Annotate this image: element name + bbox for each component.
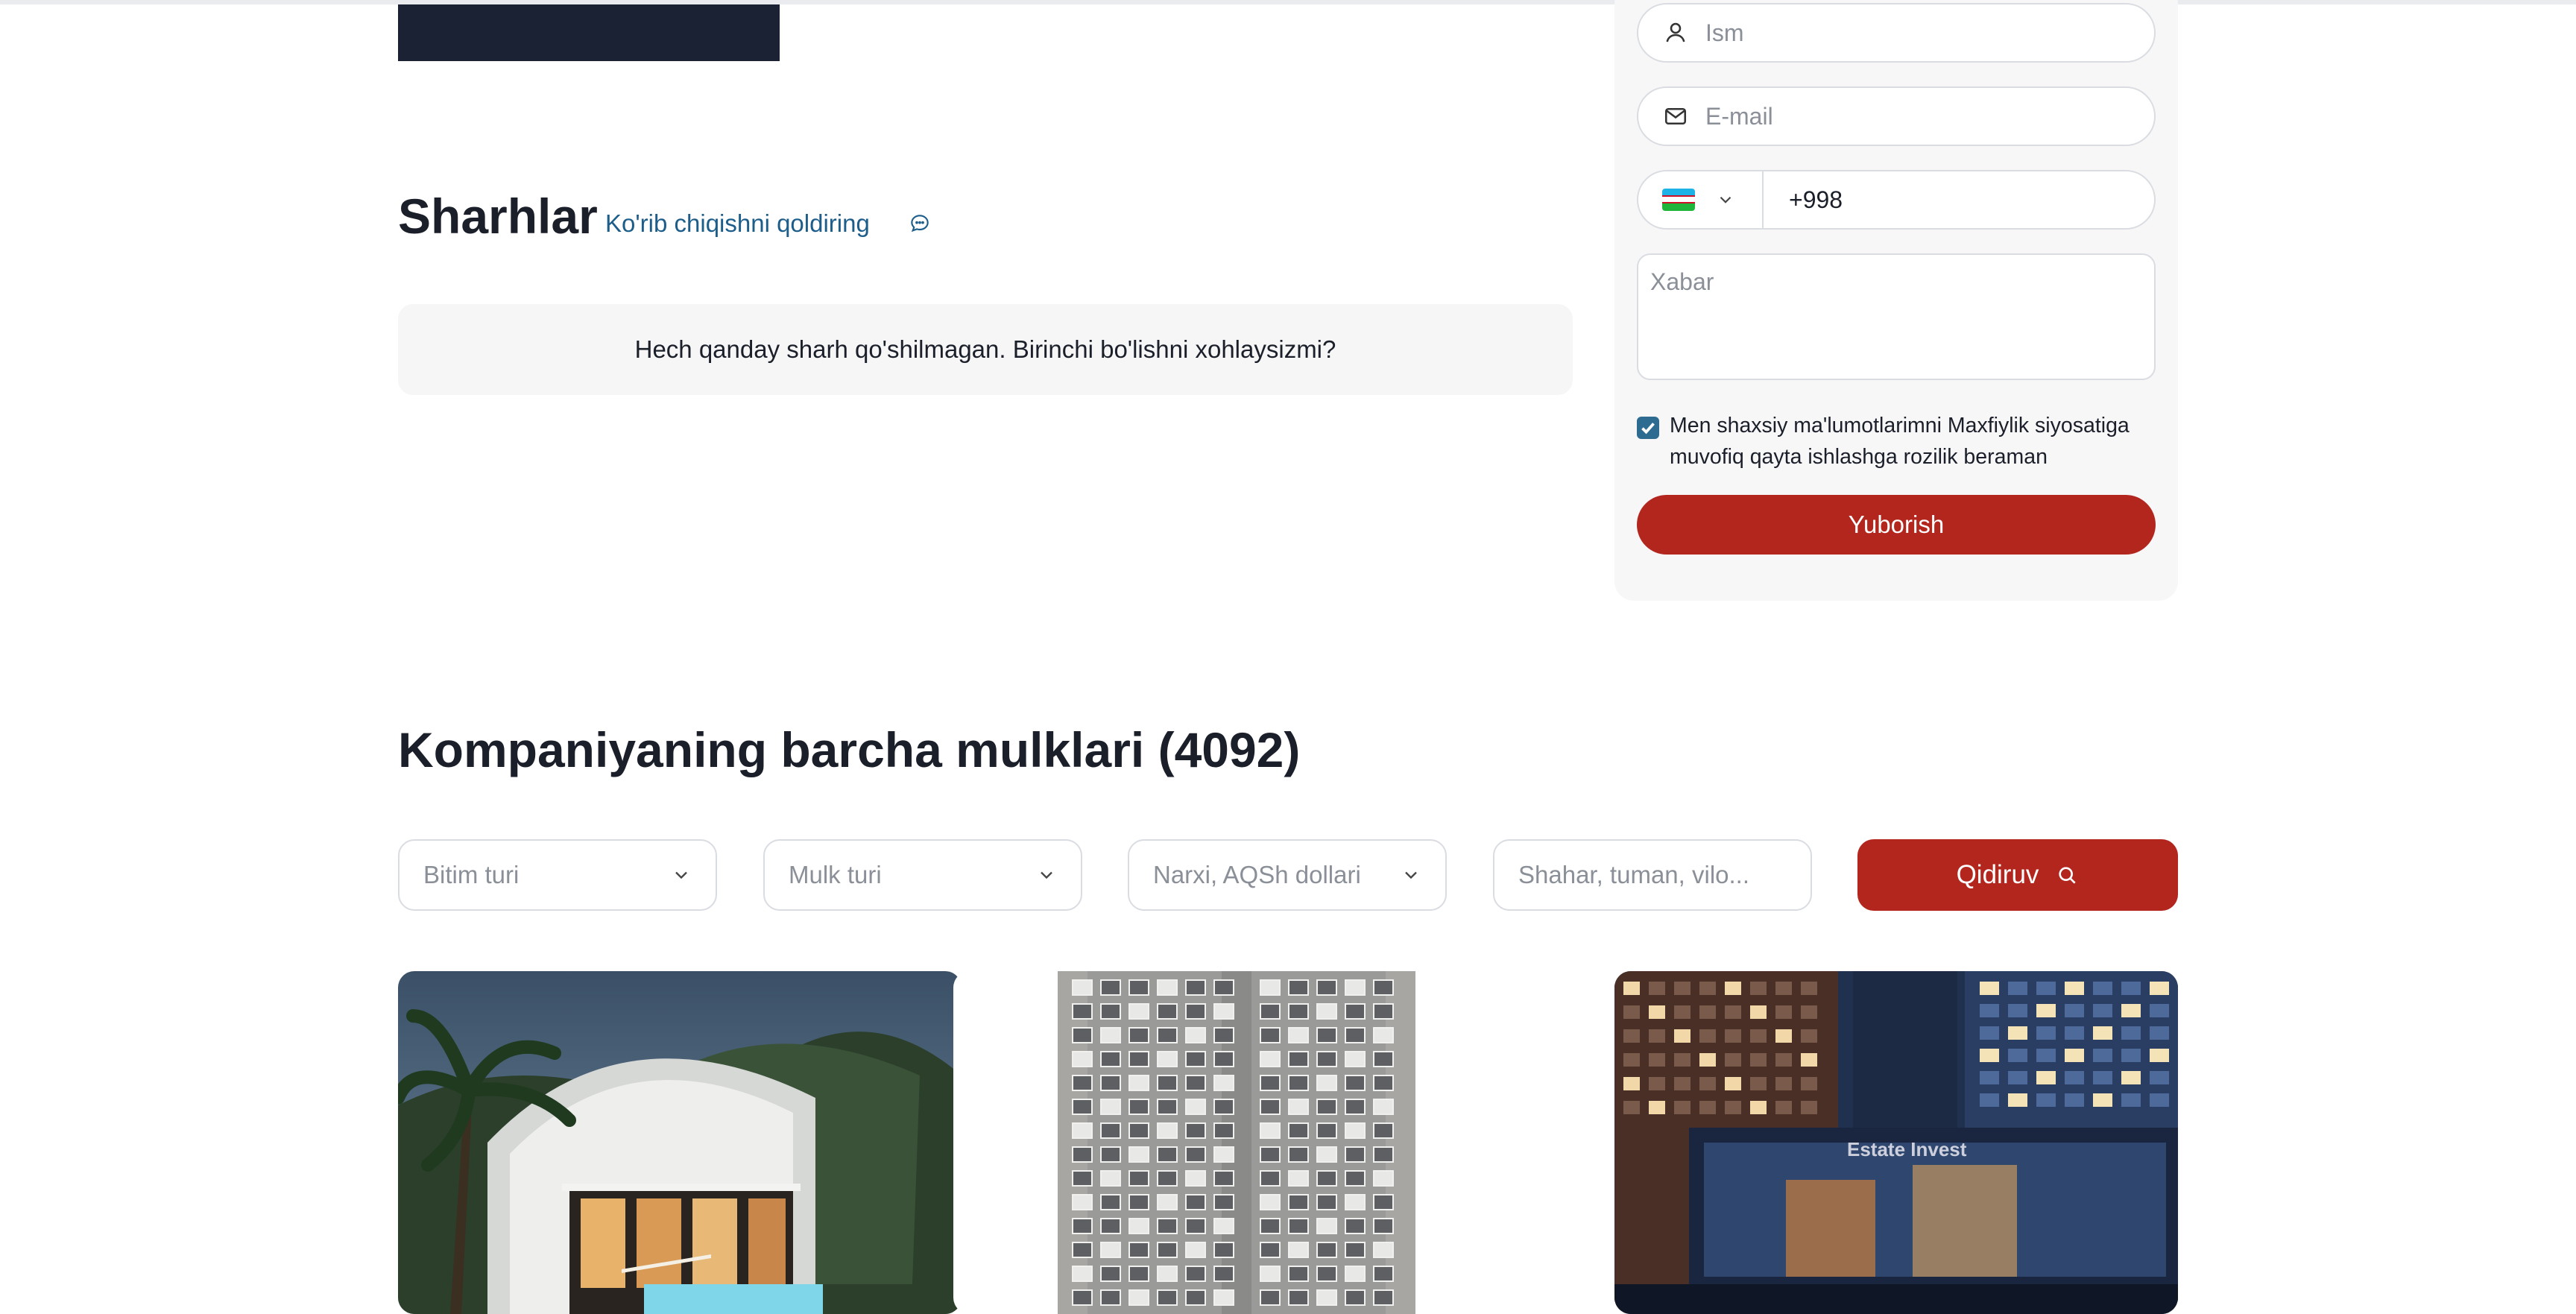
reviews-title: Sharhlar bbox=[398, 189, 598, 244]
consent-checkbox[interactable] bbox=[1637, 417, 1659, 439]
chevron-down-icon bbox=[675, 871, 687, 879]
modern-villa-photo bbox=[398, 971, 962, 1314]
uzbekistan-flag-icon bbox=[1662, 189, 1695, 211]
property-type-label: Mulk turi bbox=[789, 861, 882, 888]
office-building-photo: Estate Invest EI bbox=[1614, 971, 2178, 1314]
email-input[interactable] bbox=[1704, 101, 2124, 131]
country-code-select[interactable] bbox=[1638, 171, 1764, 228]
message-textarea[interactable] bbox=[1637, 253, 2156, 380]
property-card-tower[interactable] bbox=[953, 971, 1517, 1314]
comment-icon[interactable] bbox=[908, 212, 932, 236]
deal-type-label: Bitim turi bbox=[423, 861, 520, 888]
apartment-tower-photo bbox=[953, 971, 1517, 1314]
top-divider bbox=[0, 0, 2576, 4]
consent-label: Men shaxsiy ma'lumotlarimni Maxfiylik si… bbox=[1670, 414, 2130, 469]
search-icon bbox=[2059, 867, 2077, 884]
location-field[interactable] bbox=[1493, 839, 1812, 911]
reviews-empty-message: Hech qanday sharh qo'shilmagan. Birinchi… bbox=[634, 335, 1336, 363]
submit-button[interactable]: Yuborish bbox=[1637, 495, 2156, 555]
properties-title: Kompaniyaning barcha mulklari (4092) bbox=[398, 722, 1301, 777]
phone-field[interactable] bbox=[1637, 170, 2156, 230]
property-card-office[interactable]: Estate Invest EI bbox=[1614, 971, 2178, 1314]
phone-input[interactable] bbox=[1787, 185, 2118, 215]
reviews-empty-state: Hech qanday sharh qo'shilmagan. Birinchi… bbox=[398, 304, 1573, 395]
property-card-villa[interactable] bbox=[398, 971, 962, 1314]
name-input[interactable] bbox=[1704, 18, 2124, 48]
chevron-down-icon bbox=[1041, 871, 1052, 879]
leave-review-link[interactable]: Ko'rib chiqishni qoldiring bbox=[605, 209, 870, 239]
chevron-down-icon bbox=[1405, 871, 1417, 879]
location-input[interactable] bbox=[1517, 860, 1788, 890]
mail-icon bbox=[1664, 107, 1687, 125]
dark-banner-block bbox=[398, 4, 780, 61]
price-label: Narxi, AQSh dollari bbox=[1153, 861, 1361, 888]
name-field[interactable] bbox=[1637, 3, 2156, 63]
user-icon bbox=[1666, 22, 1685, 42]
property-type-select[interactable]: Mulk turi bbox=[763, 839, 1082, 911]
deal-type-select[interactable]: Bitim turi bbox=[398, 839, 717, 911]
chevron-down-icon bbox=[1720, 196, 1731, 203]
search-button-label: Qidiruv bbox=[1956, 860, 2039, 889]
search-button[interactable]: Qidiruv bbox=[1857, 839, 2178, 911]
checkmark-icon bbox=[1641, 423, 1655, 435]
email-field[interactable] bbox=[1637, 86, 2156, 146]
price-select[interactable]: Narxi, AQSh dollari bbox=[1128, 839, 1447, 911]
